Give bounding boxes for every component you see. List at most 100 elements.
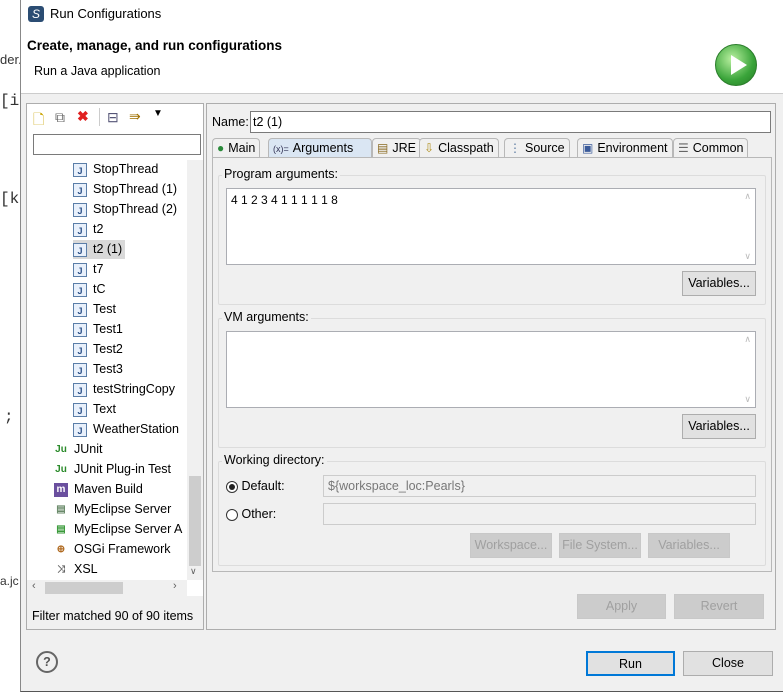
java-application-icon: J [73, 422, 87, 437]
tree-category[interactable]: Ju JUnit [54, 440, 102, 459]
tree-item[interactable]: J WeatherStation [73, 420, 179, 439]
vertical-scrollbar[interactable]: ∨ [187, 160, 203, 580]
dropdown-icon[interactable]: ▼ [153, 108, 163, 119]
tree-item[interactable]: J Text [73, 400, 116, 419]
run-configurations-dialog: S Run Configurations Create, manage, and… [20, 0, 783, 692]
tree-category[interactable]: ▤ MyEclipse Server A [54, 520, 182, 539]
vm-arguments-label: VM arguments: [222, 310, 311, 324]
filter-icon[interactable]: ⇛ [129, 108, 141, 125]
list-toolbar: 🗋 ⧉ ✖ ⊟ ⇛ ▼ [31, 108, 201, 128]
tab-arguments[interactable]: (x)= Arguments [268, 138, 372, 158]
tree-item-label: Test3 [93, 362, 123, 376]
collapse-all-icon[interactable]: ⊟ [107, 109, 119, 126]
tab-label: Common [692, 141, 744, 155]
workspace-button[interactable]: Workspace... [470, 533, 552, 558]
java-application-icon: J [73, 262, 87, 277]
eclipse-icon: S [28, 6, 44, 22]
tab-jre[interactable]: ▤ JRE [372, 138, 421, 158]
vm-arguments-textarea[interactable]: ∧ ∨ [226, 331, 756, 408]
background-editor: der. [i [k ; a.jc [0, 0, 22, 697]
scroll-down-icon[interactable]: ∨ [190, 566, 197, 577]
default-radio[interactable]: Default: [226, 479, 285, 493]
name-input[interactable] [250, 111, 771, 133]
tab-main[interactable]: ● Main [212, 138, 261, 158]
tree-item[interactable]: J Test1 [73, 320, 123, 339]
scroll-up-icon[interactable]: ∧ [744, 334, 751, 345]
tree-category-label: JUnit Plug-in Test [74, 462, 172, 476]
help-icon[interactable]: ? [36, 651, 58, 673]
tree-item[interactable]: J StopThread [73, 160, 158, 179]
tree-item[interactable]: J Test3 [73, 360, 123, 379]
close-button[interactable]: Close [683, 651, 773, 676]
dialog-header: Create, manage, and run configurations R… [21, 28, 783, 94]
environment-icon: ▣ [582, 141, 594, 155]
working-variables-button[interactable]: Variables... [648, 533, 730, 558]
tree-item[interactable]: J Test2 [73, 340, 123, 359]
tab-label: JRE [392, 141, 416, 155]
tree-item-label: StopThread [93, 162, 159, 176]
tab-bar: ● Main (x)= Arguments ▤ JRE ⇩ Classpath ⋮ Source ▣… [212, 138, 772, 158]
tree-item[interactable]: JtC [73, 280, 106, 299]
tree-category[interactable]: ▤ MyEclipse Server [54, 500, 171, 519]
server-app-icon: ▤ [56, 523, 66, 535]
horizontal-scrollbar[interactable]: ‹ › [27, 580, 187, 596]
delete-icon[interactable]: ✖ [77, 108, 89, 125]
tree-item-label: Test1 [93, 322, 123, 336]
filter-input[interactable] [33, 134, 201, 155]
scroll-down-icon[interactable]: ∨ [744, 251, 751, 262]
scroll-right-icon[interactable]: › [173, 580, 177, 592]
program-arguments-label: Program arguments: [222, 167, 340, 181]
tree-item[interactable]: Jt7 [73, 260, 103, 279]
tree-item-label: testStringCopy [93, 382, 175, 396]
tree-item[interactable]: JtestStringCopy [73, 380, 175, 399]
tree-item[interactable]: Jt2 (1) [73, 240, 126, 259]
program-variables-button[interactable]: Variables... [682, 271, 756, 296]
other-radio[interactable]: Other: [226, 507, 276, 521]
scroll-up-icon[interactable]: ∧ [744, 191, 751, 202]
tree-item[interactable]: J StopThread (2) [73, 200, 177, 219]
tree-category[interactable]: m Maven Build [54, 480, 143, 499]
java-application-icon: J [73, 362, 87, 377]
tab-environment[interactable]: ▣ Environment [577, 138, 673, 158]
vm-variables-button[interactable]: Variables... [682, 414, 756, 439]
title-bar: S Run Configurations [21, 0, 783, 28]
run-button[interactable]: Run [586, 651, 675, 676]
java-application-icon: J [73, 242, 87, 257]
tab-common[interactable]: ☰ Common [673, 138, 749, 158]
other-directory-field[interactable] [323, 503, 756, 525]
bg-fragment: a.jc [0, 574, 19, 588]
java-application-icon: J [73, 322, 87, 337]
tree-category-label: MyEclipse Server [74, 502, 172, 516]
tree-category[interactable]: ⤨ XSL [54, 560, 98, 579]
osgi-icon: ⊕ [56, 543, 66, 555]
tree-item[interactable]: J Test [73, 300, 116, 319]
tree-item-label: StopThread (1) [93, 182, 178, 196]
tree-item[interactable]: Jt2 [73, 220, 103, 239]
tab-label: Environment [597, 141, 668, 155]
duplicate-icon[interactable]: ⧉ [55, 109, 65, 126]
scroll-down-icon[interactable]: ∨ [744, 394, 751, 405]
tree-item-label: t7 [93, 262, 104, 276]
junit-icon: Ju [55, 443, 67, 455]
bg-fragment: [i [0, 92, 20, 110]
junit-plugin-icon: Ju [55, 463, 67, 475]
maven-icon: m [54, 482, 68, 497]
header-title: Create, manage, and run configurations [27, 38, 283, 53]
scrollbar-thumb[interactable] [45, 582, 123, 594]
scrollbar-thumb[interactable] [189, 476, 201, 566]
server-icon: ▤ [56, 503, 66, 515]
tree-item[interactable]: J StopThread (1) [73, 180, 177, 199]
file-system-button[interactable]: File System... [559, 533, 641, 558]
tree-category-label: MyEclipse Server A [74, 522, 183, 536]
scroll-left-icon[interactable]: ‹ [32, 580, 36, 592]
jre-icon: ▤ [377, 141, 389, 155]
tab-source[interactable]: ⋮ Source [504, 138, 570, 158]
header-subtitle: Run a Java application [34, 64, 161, 78]
new-configuration-icon[interactable]: 🗋 [33, 109, 44, 133]
revert-button[interactable]: Revert [674, 594, 764, 619]
program-arguments-textarea[interactable]: 4 1 2 3 4 1 1 1 1 1 8 ∧ ∨ [226, 188, 756, 265]
tree-category[interactable]: Ju JUnit Plug-in Test [54, 460, 171, 479]
apply-button[interactable]: Apply [577, 594, 666, 619]
tab-classpath[interactable]: ⇩ Classpath [419, 138, 499, 158]
tree-category[interactable]: ⊕ OSGi Framework [54, 540, 171, 559]
